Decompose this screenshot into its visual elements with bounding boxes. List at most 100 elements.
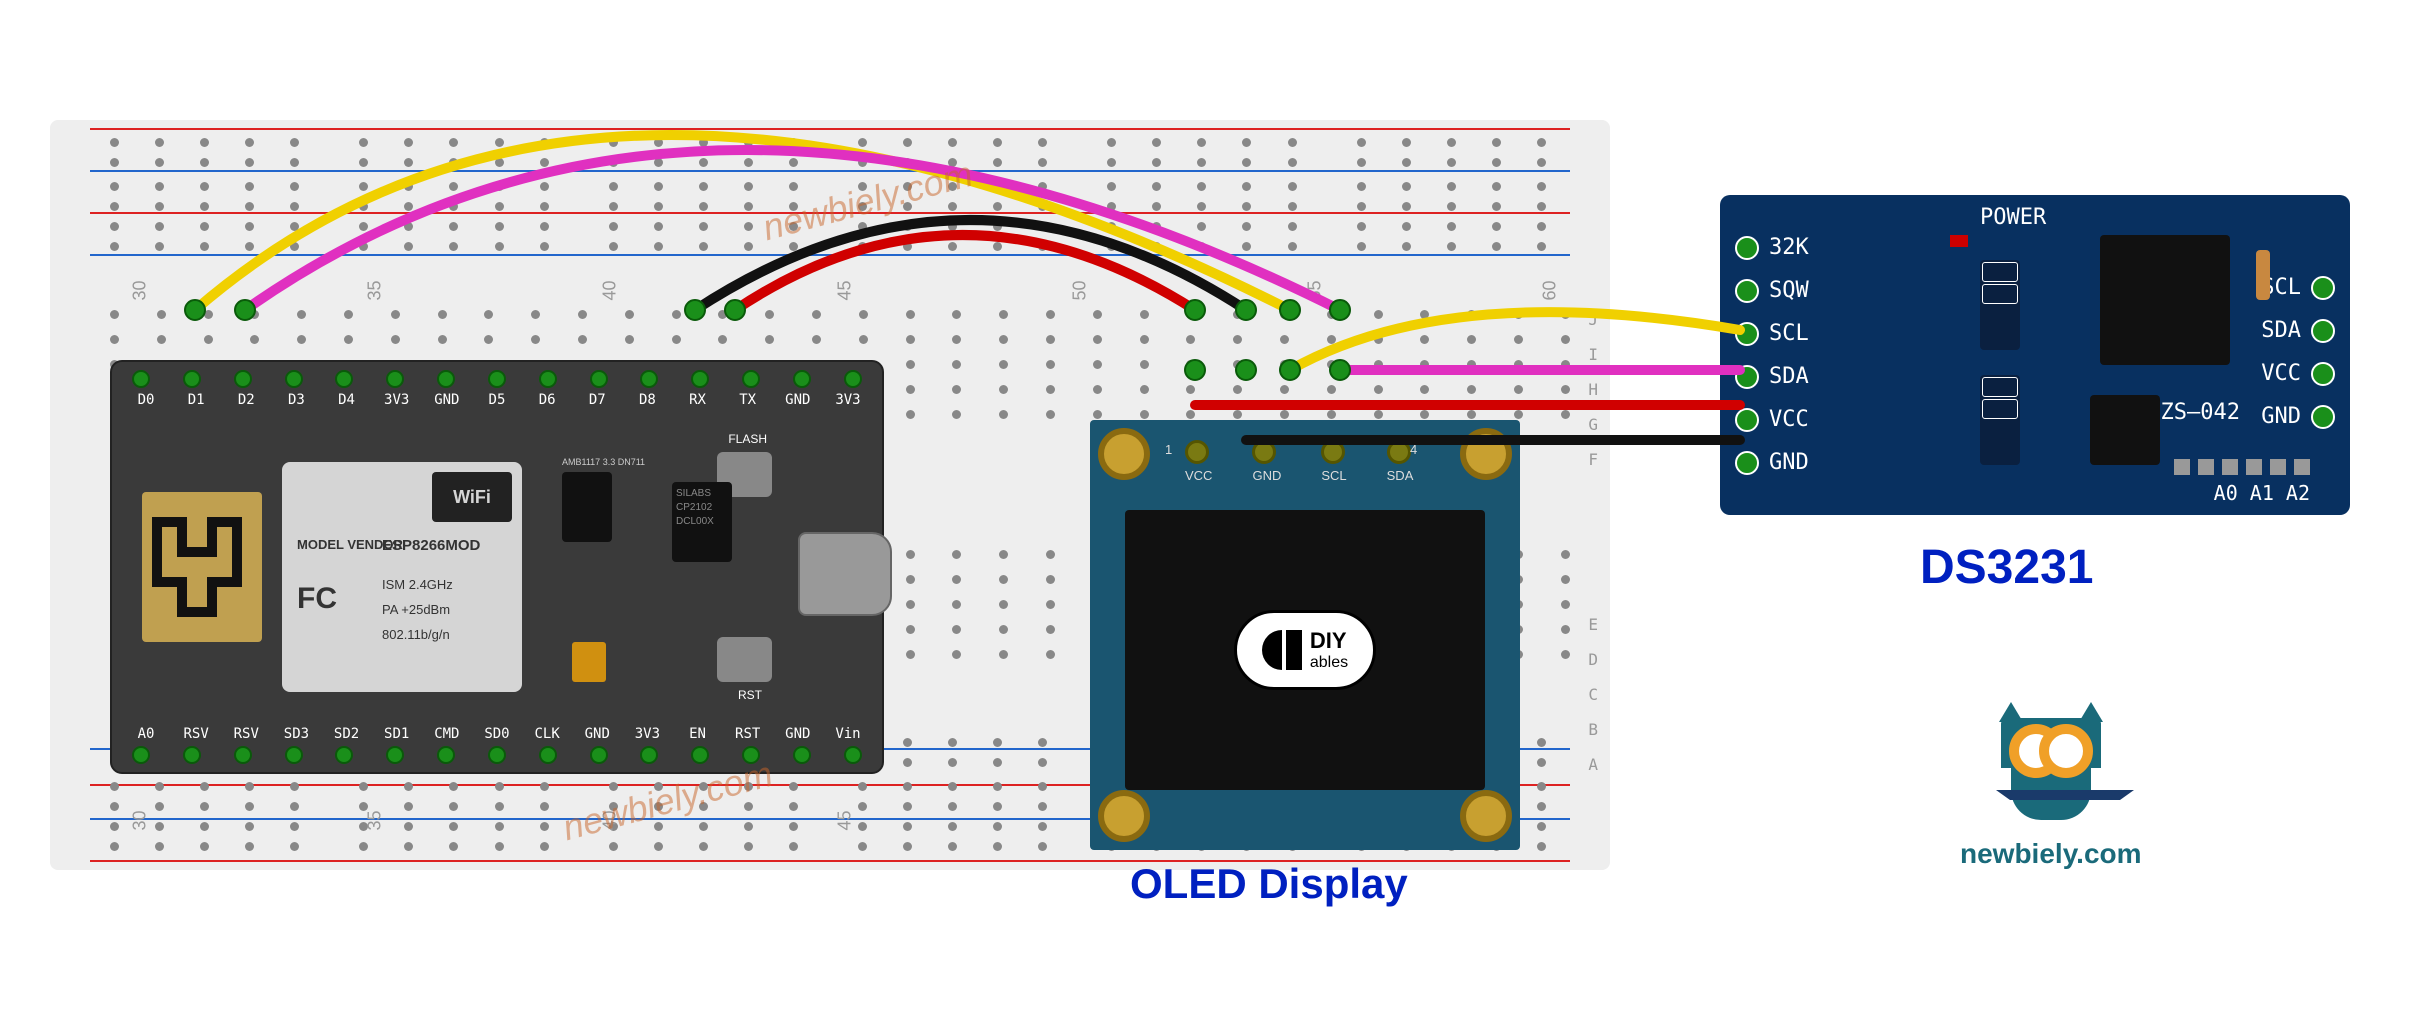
- label: GND: [784, 726, 812, 742]
- label: 32K: [1769, 235, 1809, 260]
- breadboard-hole-row: [110, 202, 1570, 212]
- row-label: H: [1588, 380, 1598, 399]
- rail-plus-top2: [90, 212, 1570, 214]
- label: 3V3: [633, 726, 661, 742]
- label: SD1: [383, 726, 411, 742]
- label: DIY: [1310, 628, 1348, 654]
- label: D3: [282, 392, 310, 408]
- nodemcu-pin-labels-bot: A0RSVRSVSD3SD2SD1CMDSD0CLKGND3V3ENRSTGND…: [132, 726, 862, 742]
- label: RX: [684, 392, 712, 408]
- label: SILABS: [676, 488, 711, 499]
- label: VCC: [2261, 361, 2301, 386]
- nodemcu-pin-d0: [132, 370, 150, 388]
- breadboard-hole-row: [110, 310, 1570, 320]
- owl-icon: [1991, 710, 2111, 830]
- nodemcu-pin-sd3: [285, 746, 303, 764]
- nodemcu-pin-d2: [234, 370, 252, 388]
- pcb-antenna: [142, 492, 262, 642]
- label: SD2: [333, 726, 361, 742]
- resistor: [2256, 250, 2270, 300]
- col-label: 45: [835, 280, 856, 300]
- label: VCC: [1185, 468, 1212, 483]
- label: SD3: [282, 726, 310, 742]
- nodemcu-pin-gnd: [437, 370, 455, 388]
- nodemcu-pin-sd1: [386, 746, 404, 764]
- tantalum-cap: [572, 642, 606, 682]
- label: 4: [1410, 442, 1417, 457]
- row-label: B: [1588, 720, 1598, 739]
- nodemcu-esp8266: D0D1D2D3D43V3GNDD5D6D7D8RXTXGND3V3 A0RSV…: [110, 360, 884, 774]
- pin-hole: [2311, 319, 2335, 343]
- label: 3V3: [383, 392, 411, 408]
- pin-hole: [1735, 408, 1759, 432]
- label: RSV: [182, 726, 210, 742]
- label: SDA: [2261, 318, 2301, 343]
- oled-pin-sda: [1387, 440, 1411, 464]
- usb-serial-chip: SILABS CP2102 DCL00X: [672, 482, 732, 562]
- col-label: 30: [130, 280, 151, 300]
- label: A0: [132, 726, 160, 742]
- label: ables: [1310, 654, 1348, 672]
- row-label: G: [1588, 415, 1598, 434]
- label: CMD: [433, 726, 461, 742]
- nodemcu-pin-clk: [539, 746, 557, 764]
- label: D7: [583, 392, 611, 408]
- col-label: 35: [365, 810, 386, 830]
- oled-title: OLED Display: [1130, 860, 1408, 908]
- label: SQW: [1769, 278, 1809, 303]
- mounting-hole: [1098, 790, 1150, 842]
- nodemcu-pin-d5: [488, 370, 506, 388]
- nodemcu-pin-sd2: [335, 746, 353, 764]
- nodemcu-pin-a0: [132, 746, 150, 764]
- label: PA +25dBm: [382, 602, 450, 617]
- reset-button[interactable]: [717, 637, 772, 682]
- rail-plus-top: [90, 128, 1570, 130]
- nodemcu-pin-vin: [844, 746, 862, 764]
- ds3231-pin-right-vcc: VCC: [2261, 361, 2335, 386]
- col-label: 45: [835, 810, 856, 830]
- nodemcu-pin-d4: [335, 370, 353, 388]
- label: 802.11b/g/n: [382, 627, 450, 642]
- rail-minus-top: [90, 170, 1570, 172]
- header-block: [1980, 375, 2020, 465]
- mounting-hole: [1460, 428, 1512, 480]
- col-label: 30: [130, 810, 151, 830]
- nodemcu-pin-3v3: [640, 746, 658, 764]
- nodemcu-pin-d6: [539, 370, 557, 388]
- label: AMB1117 3.3 DN711: [562, 457, 645, 467]
- ds3231-pin-right-scl: SCL: [2261, 275, 2335, 300]
- breadboard-hole-row: [110, 182, 1570, 192]
- addr-pads: [2174, 459, 2310, 475]
- ds3231-pin-right-gnd: GND: [2261, 404, 2335, 429]
- pin-hole: [1735, 365, 1759, 389]
- pin-hole: [2311, 276, 2335, 300]
- label: D5: [483, 392, 511, 408]
- label: SCL: [1321, 468, 1346, 483]
- nodemcu-pin-d7: [590, 370, 608, 388]
- ds3231-pin-sda: SDA: [1735, 364, 1809, 389]
- label: ZS—042: [2161, 400, 2240, 425]
- pin-hole: [1735, 451, 1759, 475]
- pin-hole: [1735, 322, 1759, 346]
- nodemcu-pin-gnd: [590, 746, 608, 764]
- fcc-icon: FC: [297, 582, 337, 616]
- power-led: [1950, 235, 1968, 247]
- micro-usb-port: [798, 532, 892, 616]
- nodemcu-pin-cmd: [437, 746, 455, 764]
- ds3231-left-header: 32KSQWSCLSDAVCCGND: [1735, 235, 1809, 475]
- nodemcu-pin-en: [691, 746, 709, 764]
- label: RST: [738, 688, 762, 702]
- nodemcu-pin-d3: [285, 370, 303, 388]
- rail-minus-top2: [90, 254, 1570, 256]
- breadboard-hole-row: [110, 158, 1570, 168]
- col-label: 35: [365, 280, 386, 300]
- wifi-logo-icon: WiFi: [432, 472, 512, 522]
- ds3231-pin-sqw: SQW: [1735, 278, 1809, 303]
- label: GND: [1769, 450, 1809, 475]
- label: D4: [333, 392, 361, 408]
- label: ISM 2.4GHz: [382, 577, 453, 592]
- nodemcu-pin-d1: [183, 370, 201, 388]
- nodemcu-pin-rx: [691, 370, 709, 388]
- label: A0 A1 A2: [2214, 481, 2310, 505]
- ds3231-title: DS3231: [1920, 540, 2093, 595]
